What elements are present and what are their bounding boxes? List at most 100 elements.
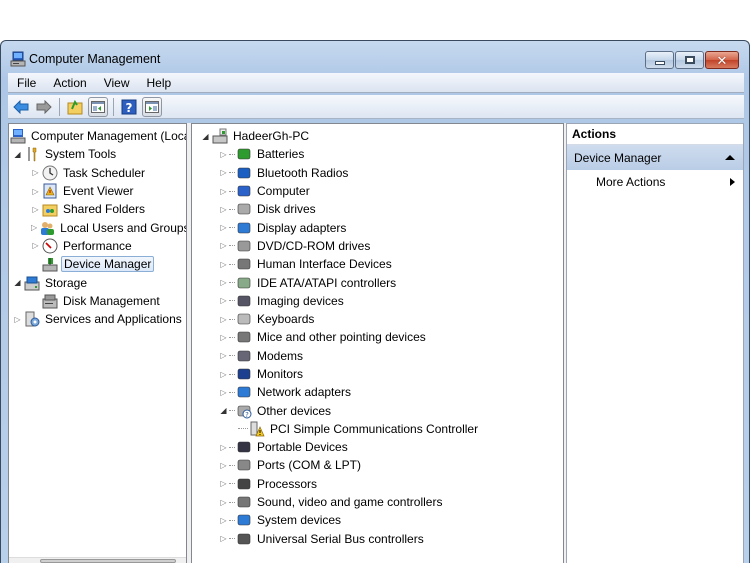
- device-category-network-adapters[interactable]: ▷ Network adapters: [192, 383, 563, 401]
- device-category-universal-serial-bus-controllers[interactable]: ▷ Universal Serial Bus controllers: [192, 530, 563, 548]
- device-category-disk-drives[interactable]: ▷ Disk drives: [192, 200, 563, 218]
- device-category-batteries[interactable]: ▷ Batteries: [192, 145, 563, 163]
- expand-arrow-icon[interactable]: ▷: [219, 351, 228, 360]
- panes-container: Computer Management (Local) ◢ System Too…: [8, 123, 744, 563]
- close-button[interactable]: ✕: [705, 51, 739, 69]
- tree-label: Event Viewer: [63, 184, 134, 199]
- device-category-display-adapters[interactable]: ▷ Display adapters: [192, 218, 563, 236]
- tree-connector: [229, 318, 235, 320]
- device-category-processors[interactable]: ▷ Processors: [192, 475, 563, 493]
- device-category-human-interface-devices[interactable]: ▷ Human Interface Devices: [192, 255, 563, 273]
- show-hide-console-tree-button[interactable]: [88, 96, 108, 117]
- expand-arrow-icon[interactable]: ▷: [219, 260, 228, 269]
- collapse-arrow-icon[interactable]: ◢: [219, 406, 228, 415]
- device-category-computer[interactable]: ▷ Computer: [192, 182, 563, 200]
- expand-arrow-icon[interactable]: ▷: [219, 150, 228, 159]
- expand-arrow-icon[interactable]: ▷: [219, 241, 228, 250]
- expand-arrow-icon[interactable]: ▷: [13, 315, 22, 324]
- tree-item-disk-management[interactable]: Disk Management: [9, 292, 186, 310]
- tree-label: Monitors: [257, 367, 304, 381]
- expand-arrow-icon[interactable]: ▷: [219, 370, 228, 379]
- expand-arrow-icon[interactable]: ▷: [219, 296, 228, 305]
- expand-arrow-icon[interactable]: ▷: [219, 168, 228, 177]
- device-category-portable-devices[interactable]: ▷ Portable Devices: [192, 438, 563, 456]
- expand-arrow-icon[interactable]: ▷: [219, 223, 228, 232]
- tree-item-system-tools[interactable]: ◢ System Tools: [9, 145, 186, 163]
- forward-button[interactable]: [34, 97, 54, 117]
- expand-arrow-icon[interactable]: ▷: [219, 534, 228, 543]
- menu-action[interactable]: Action: [44, 76, 94, 90]
- action-pane-icon: [145, 100, 159, 113]
- menu-help[interactable]: Help: [138, 76, 180, 90]
- device-category-system-devices[interactable]: ▷ System devices: [192, 511, 563, 529]
- tree-connector: [238, 428, 248, 430]
- expand-arrow-icon[interactable]: ▷: [31, 168, 40, 177]
- tree-label: Computer Management (Local): [31, 129, 187, 144]
- back-button[interactable]: [11, 97, 31, 117]
- tree-item-computer-management-local[interactable]: Computer Management (Local): [9, 127, 186, 145]
- expand-arrow-icon[interactable]: ▷: [219, 315, 228, 324]
- toolbar-separator: [59, 97, 60, 116]
- horizontal-scrollbar[interactable]: [9, 557, 186, 563]
- tree-item-computer-root[interactable]: ◢ HadeerGh-PC: [192, 127, 563, 145]
- device-category-ide-ata-atapi-controllers[interactable]: ▷ IDE ATA/ATAPI controllers: [192, 273, 563, 291]
- collapse-arrow-icon[interactable]: ◢: [201, 132, 210, 141]
- users-icon: [39, 220, 55, 236]
- tree-item-event-viewer[interactable]: ▷ Event Viewer: [9, 182, 186, 200]
- expand-arrow-icon[interactable]: ▷: [219, 443, 228, 452]
- tree-item-shared-folders[interactable]: ▷ Shared Folders: [9, 200, 186, 218]
- expand-arrow-icon[interactable]: ▷: [219, 278, 228, 287]
- tree-item-performance[interactable]: ▷ Performance: [9, 237, 186, 255]
- expand-arrow-icon[interactable]: ▷: [219, 333, 228, 342]
- expand-arrow-icon[interactable]: ▷: [31, 223, 37, 232]
- help-button[interactable]: ?: [119, 97, 139, 117]
- device-category-other-devices[interactable]: ◢? Other devices: [192, 401, 563, 419]
- device-category-monitors[interactable]: ▷ Monitors: [192, 365, 563, 383]
- title-bar[interactable]: Computer Management ✕: [1, 41, 749, 69]
- device-category-modems[interactable]: ▷ Modems: [192, 347, 563, 365]
- tree-item-task-scheduler[interactable]: ▷ Task Scheduler: [9, 164, 186, 182]
- expand-arrow-icon[interactable]: ▷: [219, 187, 228, 196]
- device-category-ports-com-lpt[interactable]: ▷ Ports (COM & LPT): [192, 456, 563, 474]
- device-pci-simple-communications-controller[interactable]: PCI Simple Communications Controller: [192, 420, 563, 438]
- modem-icon: [236, 348, 252, 364]
- menu-view[interactable]: View: [95, 76, 138, 90]
- scrollbar-thumb[interactable]: [40, 559, 176, 563]
- more-actions-item[interactable]: More Actions: [567, 170, 743, 194]
- tree-item-local-users-and-groups[interactable]: ▷ Local Users and Groups: [9, 218, 186, 236]
- expand-arrow-icon[interactable]: ▷: [219, 479, 228, 488]
- minimize-button[interactable]: [645, 51, 674, 69]
- expand-arrow-icon[interactable]: ▷: [219, 388, 228, 397]
- collapse-arrow-icon[interactable]: ◢: [13, 278, 22, 287]
- expand-arrow-icon[interactable]: ▷: [219, 498, 228, 507]
- collapse-arrow-icon[interactable]: ◢: [13, 150, 22, 159]
- device-category-sound-video-and-game-controllers[interactable]: ▷ Sound, video and game controllers: [192, 493, 563, 511]
- tree-label: Bluetooth Radios: [257, 165, 349, 180]
- expand-arrow-icon[interactable]: ▷: [31, 187, 40, 196]
- collapse-up-icon[interactable]: [725, 155, 735, 160]
- tree-item-device-manager[interactable]: Device Manager: [9, 255, 186, 273]
- system-devices-icon: [236, 512, 252, 528]
- show-hide-action-pane-button[interactable]: [142, 96, 162, 117]
- expand-arrow-icon[interactable]: ▷: [31, 205, 40, 214]
- tree-item-storage[interactable]: ◢ Storage: [9, 273, 186, 291]
- up-one-level-button[interactable]: [65, 97, 85, 117]
- expand-arrow-icon[interactable]: ▷: [219, 516, 228, 525]
- actions-group-device-manager[interactable]: Device Manager: [567, 145, 743, 170]
- device-category-mice-and-other-pointing-devices[interactable]: ▷ Mice and other pointing devices: [192, 328, 563, 346]
- maximize-button[interactable]: [675, 51, 704, 69]
- expand-arrow-icon[interactable]: ▷: [31, 241, 40, 250]
- portable-device-icon: [236, 439, 252, 455]
- tree-connector: [229, 373, 235, 375]
- device-category-dvd-cd-rom-drives[interactable]: ▷ DVD/CD-ROM drives: [192, 237, 563, 255]
- expand-arrow-icon[interactable]: ▷: [219, 461, 228, 470]
- device-category-bluetooth-radios[interactable]: ▷ Bluetooth Radios: [192, 164, 563, 182]
- device-category-keyboards[interactable]: ▷ Keyboards: [192, 310, 563, 328]
- expand-arrow-icon[interactable]: ▷: [219, 205, 228, 214]
- tree-item-services-and-applications[interactable]: ▷ Services and Applications: [9, 310, 186, 328]
- menu-file[interactable]: File: [8, 76, 44, 90]
- tree-connector: [229, 410, 235, 412]
- svg-text:?: ?: [126, 101, 133, 115]
- device-category-imaging-devices[interactable]: ▷ Imaging devices: [192, 292, 563, 310]
- network-adapter-icon: [236, 384, 252, 400]
